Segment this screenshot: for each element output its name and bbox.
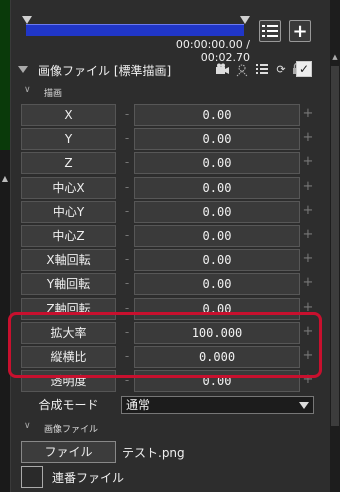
decrement-icon[interactable]: -	[121, 370, 133, 392]
param-label-button[interactable]: X	[21, 104, 116, 126]
decrement-icon[interactable]: -	[121, 152, 133, 174]
param-label-button[interactable]: 中心Y	[21, 201, 116, 223]
param-value-field[interactable]: 0.00	[134, 177, 300, 199]
param-row: 透明度 -0.00 +	[10, 370, 320, 392]
param-row: Y軸回転 -0.00 +	[10, 273, 320, 295]
param-label-button[interactable]: Z	[21, 152, 116, 174]
increment-icon[interactable]: +	[302, 104, 314, 126]
decrement-icon[interactable]: -	[121, 346, 133, 368]
param-label-button[interactable]: 中心Z	[21, 225, 116, 247]
object-title: 画像ファイル [標準描画]	[38, 64, 172, 78]
chevron-down-icon[interactable]: ∨	[24, 85, 31, 95]
enable-checkbox[interactable]: ✓	[296, 61, 312, 77]
decrement-icon[interactable]: -	[121, 128, 133, 150]
decrement-icon[interactable]: -	[121, 249, 133, 271]
timeline-end-marker-icon[interactable]	[240, 16, 250, 24]
param-value-field[interactable]: 0.00	[134, 225, 300, 247]
decrement-icon[interactable]: -	[121, 322, 133, 344]
param-row: Z -0.00 +	[10, 152, 320, 174]
list-icon	[262, 25, 278, 37]
preview-edge	[0, 0, 10, 150]
param-label-button[interactable]: 縦横比	[21, 346, 116, 368]
param-label-button[interactable]: Y軸回転	[21, 273, 116, 295]
increment-icon[interactable]: +	[302, 177, 314, 199]
increment-icon[interactable]: +	[302, 273, 314, 295]
filter-list-icon[interactable]	[255, 63, 269, 77]
param-value-field[interactable]: 0.00	[134, 128, 300, 150]
scroll-up-icon[interactable]: ▲	[0, 174, 10, 184]
section-draw-label: 描画	[44, 89, 63, 99]
param-label-button[interactable]: Y	[21, 128, 116, 150]
decrement-icon[interactable]: -	[121, 104, 133, 126]
collapse-icon[interactable]	[18, 66, 28, 73]
timeline-bar[interactable]	[18, 16, 250, 36]
file-name: テスト.png	[122, 446, 185, 460]
scroll-up-icon[interactable]: ▲	[330, 52, 340, 62]
section-draw-header[interactable]: ∨ 描画	[10, 85, 320, 99]
param-label-button[interactable]: Z軸回転	[21, 298, 116, 320]
param-value-field[interactable]: 0.00	[134, 201, 300, 223]
increment-icon[interactable]: +	[302, 128, 314, 150]
param-row: 拡大率 -100.000 +	[10, 322, 320, 344]
param-value-field[interactable]: 0.00	[134, 152, 300, 174]
increment-icon[interactable]: +	[302, 201, 314, 223]
increment-icon[interactable]: +	[302, 298, 314, 320]
param-value-field[interactable]: 0.00	[134, 104, 300, 126]
param-label-button[interactable]: 拡大率	[21, 322, 116, 344]
sequence-label: 連番ファイル	[52, 471, 125, 485]
param-value-field[interactable]: 0.000	[134, 346, 300, 368]
left-strip: ▲	[0, 0, 10, 492]
blend-mode-label: 合成モード	[38, 398, 99, 412]
param-value-field[interactable]: 0.00	[134, 370, 300, 392]
decrement-icon[interactable]: -	[121, 273, 133, 295]
section-file-label: 画像ファイル	[44, 425, 99, 435]
timeline-start-marker-icon[interactable]	[22, 16, 32, 24]
timeline-track[interactable]	[26, 24, 244, 36]
increment-icon[interactable]: +	[302, 152, 314, 174]
increment-icon[interactable]: +	[302, 370, 314, 392]
shadow-icon[interactable]	[235, 63, 249, 77]
decrement-icon[interactable]: -	[121, 225, 133, 247]
blend-mode-value: 通常	[126, 398, 151, 412]
list-button[interactable]	[259, 20, 281, 42]
param-label-button[interactable]: X軸回転	[21, 249, 116, 271]
param-row: X軸回転 -0.00 +	[10, 249, 320, 271]
param-row: X -0.00 +	[10, 104, 320, 126]
increment-icon[interactable]: +	[302, 225, 314, 247]
decrement-icon[interactable]: -	[121, 298, 133, 320]
param-row: 縦横比 -0.000 +	[10, 346, 320, 368]
param-value-field[interactable]: 0.00	[134, 249, 300, 271]
file-button[interactable]: ファイル	[21, 441, 116, 463]
increment-icon[interactable]: +	[302, 249, 314, 271]
camera-icon[interactable]	[215, 63, 229, 77]
increment-icon[interactable]: +	[302, 322, 314, 344]
add-button[interactable]: +	[289, 20, 311, 42]
param-label-button[interactable]: 中心X	[21, 177, 116, 199]
decrement-icon[interactable]: -	[121, 177, 133, 199]
decrement-icon[interactable]: -	[121, 201, 133, 223]
param-label-button[interactable]: 透明度	[21, 370, 116, 392]
param-value-field[interactable]: 100.000	[134, 322, 300, 344]
scrollbar[interactable]: ▲	[330, 0, 340, 492]
increment-icon[interactable]: +	[302, 346, 314, 368]
section-file-header[interactable]: ∨ 画像ファイル	[10, 421, 320, 435]
object-header: 画像ファイル [標準描画] ⟳ ✓	[10, 60, 320, 80]
param-row: 中心Y -0.00 +	[10, 201, 320, 223]
scroll-thumb[interactable]	[331, 66, 339, 426]
loop-icon[interactable]: ⟳	[274, 63, 288, 77]
param-row: Y -0.00 +	[10, 128, 320, 150]
param-value-field[interactable]: 0.00	[134, 273, 300, 295]
dropdown-arrow-icon[interactable]	[299, 402, 309, 409]
param-row: 中心Z -0.00 +	[10, 225, 320, 247]
param-row: 中心X -0.00 +	[10, 177, 320, 199]
blend-mode-select[interactable]: 通常	[121, 396, 314, 414]
param-row: Z軸回転 -0.00 +	[10, 298, 320, 320]
sequence-checkbox[interactable]	[21, 466, 43, 488]
chevron-down-icon[interactable]: ∨	[24, 421, 31, 431]
param-value-field[interactable]: 0.00	[134, 298, 300, 320]
